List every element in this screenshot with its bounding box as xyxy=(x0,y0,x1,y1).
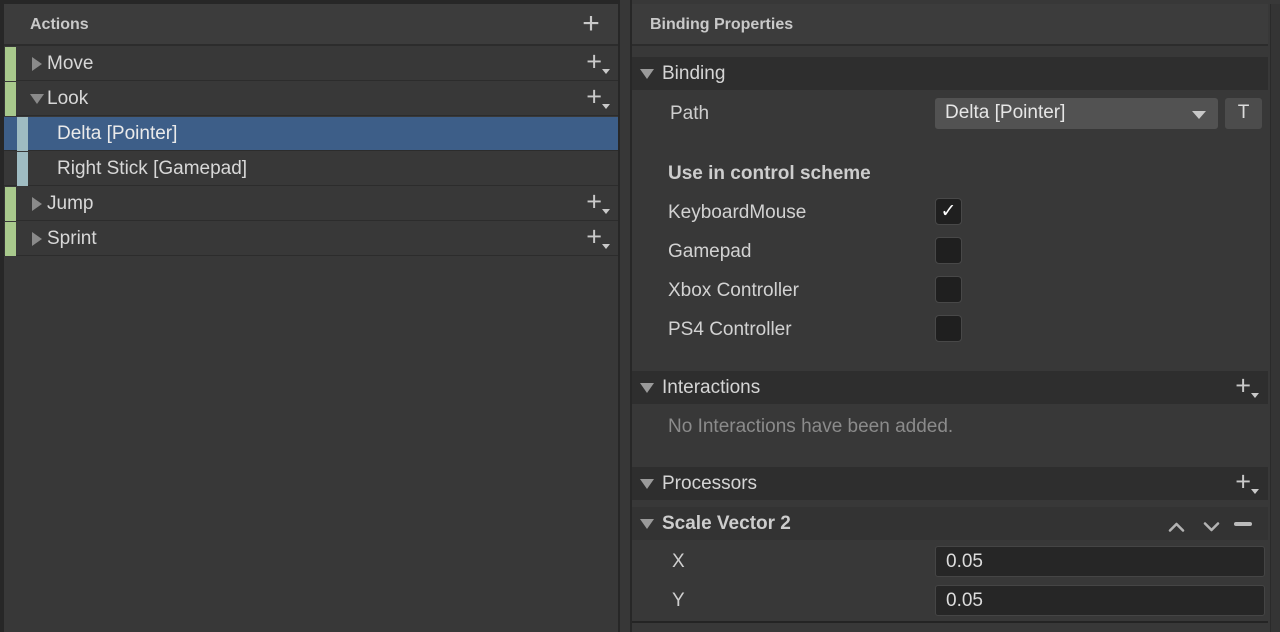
binding-properties-panel: Binding Properties Binding Path Delta [P… xyxy=(632,0,1280,632)
binding-properties-title: Binding Properties xyxy=(650,4,793,46)
scheme-label: Gamepad xyxy=(668,236,751,267)
caret-down-icon xyxy=(1251,489,1259,494)
action-label: Look xyxy=(47,82,88,115)
binding-label: Delta [Pointer] xyxy=(57,117,177,150)
caret-down-icon xyxy=(602,69,610,74)
add-binding-button[interactable]: + xyxy=(577,82,611,116)
scheme-label: Xbox Controller xyxy=(668,275,799,306)
checkbox-gamepad[interactable] xyxy=(935,237,962,264)
path-dropdown-value: Delta [Pointer] xyxy=(945,98,1065,128)
caret-down-icon xyxy=(602,244,610,249)
x-field-label: X xyxy=(672,546,685,577)
scrollbar-track[interactable] xyxy=(1270,4,1280,632)
add-action-button[interactable]: + xyxy=(575,4,607,46)
actions-panel-header: Actions + xyxy=(4,4,619,46)
remove-processor-icon[interactable] xyxy=(1234,522,1252,526)
checkbox-keyboardmouse[interactable]: ✓ xyxy=(935,198,962,225)
chevron-right-icon[interactable] xyxy=(32,197,42,211)
add-interaction-button[interactable]: + xyxy=(1226,371,1260,405)
path-label: Path xyxy=(670,97,709,130)
processors-section-title: Processors xyxy=(662,467,757,500)
action-row-jump[interactable]: Jump + xyxy=(4,187,619,221)
control-scheme-heading: Use in control scheme xyxy=(668,163,871,185)
chevron-right-icon[interactable] xyxy=(32,232,42,246)
caret-down-icon xyxy=(602,104,610,109)
chevron-down-icon[interactable] xyxy=(30,94,44,104)
plus-icon: + xyxy=(586,222,602,253)
dropdown-arrow-icon xyxy=(1192,111,1206,119)
processors-section-bar[interactable]: Processors + xyxy=(632,467,1268,500)
foldout-triangle-icon[interactable] xyxy=(640,69,654,79)
actions-panel-title: Actions xyxy=(30,4,89,46)
interactions-section-title: Interactions xyxy=(662,371,760,404)
chevron-right-icon[interactable] xyxy=(32,57,42,71)
y-field-label: Y xyxy=(672,585,685,616)
binding-section-title: Binding xyxy=(662,57,725,90)
action-color-strip xyxy=(5,222,16,256)
scale-vector2-header[interactable]: Scale Vector 2 xyxy=(632,507,1268,540)
action-row-sprint[interactable]: Sprint + xyxy=(4,222,619,256)
scheme-row-gamepad: Gamepad xyxy=(668,236,1258,267)
plus-icon: + xyxy=(586,47,602,78)
y-value-input[interactable] xyxy=(935,585,1265,616)
add-binding-button[interactable]: + xyxy=(577,187,611,221)
add-binding-button[interactable]: + xyxy=(577,222,611,256)
plus-icon: + xyxy=(586,82,602,113)
action-label: Move xyxy=(47,47,93,80)
interactions-section-bar[interactable]: Interactions + xyxy=(632,371,1268,404)
binding-row-delta-pointer[interactable]: Delta [Pointer] xyxy=(4,117,619,151)
foldout-triangle-icon[interactable] xyxy=(640,383,654,393)
binding-properties-header: Binding Properties xyxy=(632,4,1268,46)
move-down-icon[interactable] xyxy=(1203,519,1220,537)
binding-section-bar[interactable]: Binding xyxy=(632,57,1268,90)
scheme-label: KeyboardMouse xyxy=(668,197,806,228)
path-dropdown[interactable]: Delta [Pointer] xyxy=(935,98,1218,129)
checkbox-ps4-controller[interactable] xyxy=(935,315,962,342)
action-color-strip xyxy=(5,187,16,221)
caret-down-icon xyxy=(602,209,610,214)
action-label: Sprint xyxy=(47,222,97,255)
panel-splitter[interactable] xyxy=(618,0,632,632)
foldout-triangle-icon[interactable] xyxy=(640,519,654,529)
action-color-strip xyxy=(5,82,16,116)
actions-panel: Actions + Move + Look + Delta [ xyxy=(4,4,619,632)
move-up-icon[interactable] xyxy=(1168,519,1185,537)
add-processor-button[interactable]: + xyxy=(1226,467,1260,501)
scheme-row-keyboardmouse: KeyboardMouse ✓ xyxy=(668,197,1258,228)
scale-vector2-title: Scale Vector 2 xyxy=(662,507,791,540)
checkbox-xbox-controller[interactable] xyxy=(935,276,962,303)
binding-label: Right Stick [Gamepad] xyxy=(57,152,247,185)
plus-icon: + xyxy=(586,187,602,218)
action-label: Jump xyxy=(47,187,93,220)
add-binding-button[interactable]: + xyxy=(577,47,611,81)
text-mode-toggle-button[interactable]: T xyxy=(1225,98,1262,129)
caret-down-icon xyxy=(1251,393,1259,398)
input-actions-editor-window: Actions + Move + Look + Delta [ xyxy=(0,0,1280,632)
no-interactions-message: No Interactions have been added. xyxy=(668,416,953,438)
plus-icon: + xyxy=(1235,371,1251,402)
action-row-move[interactable]: Move + xyxy=(4,47,619,81)
scheme-row-xbox: Xbox Controller xyxy=(668,275,1258,306)
binding-row-right-stick[interactable]: Right Stick [Gamepad] xyxy=(4,152,619,186)
scheme-label: PS4 Controller xyxy=(668,314,792,345)
section-divider xyxy=(632,621,1268,623)
x-value-input[interactable] xyxy=(935,546,1265,577)
scheme-row-ps4: PS4 Controller xyxy=(668,314,1258,345)
plus-icon: + xyxy=(1235,467,1251,498)
action-color-strip xyxy=(5,47,16,81)
binding-color-strip xyxy=(17,117,28,151)
foldout-triangle-icon[interactable] xyxy=(640,479,654,489)
action-row-look[interactable]: Look + xyxy=(4,82,619,116)
binding-color-strip xyxy=(17,152,28,186)
